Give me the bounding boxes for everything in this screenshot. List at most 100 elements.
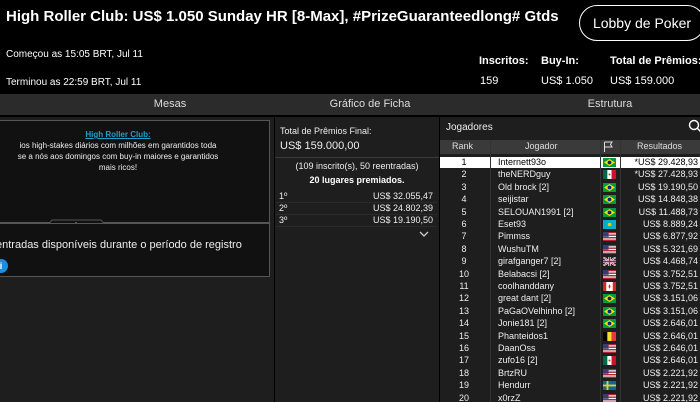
player-row[interactable]: 1 Internett93o *US$ 29.428,93	[440, 157, 700, 168]
promo-box: High Roller Club: ios high-stakes diário…	[0, 120, 270, 230]
lobby-button[interactable]: Lobby de Poker	[579, 5, 700, 41]
player-result: US$ 4.468,74	[642, 256, 698, 267]
player-name: Phanteidos1	[498, 330, 549, 341]
flag-icon	[604, 141, 613, 152]
player-result: US$ 2.646,01	[642, 343, 698, 353]
player-row[interactable]: 13 PaGaOVelhinho [2] US$ 3.151,06	[440, 306, 700, 317]
player-row[interactable]: 19 Hendurr US$ 2.221,92	[440, 380, 700, 391]
player-name: girafganger7 [2]	[498, 256, 562, 267]
info-icon[interactable]: i	[0, 259, 8, 273]
divider	[490, 140, 491, 402]
player-name: great dant [2]	[498, 293, 552, 304]
prize-row: 1º US$ 32.055,47	[275, 191, 437, 203]
player-rank: 13	[458, 305, 469, 316]
br-flag-icon	[603, 195, 616, 205]
player-row[interactable]: 17 zufo16 [2] US$ 2.646,01	[440, 355, 700, 366]
tab-chip-chart[interactable]: Gráfico de Ficha	[280, 94, 460, 115]
be-flag-icon	[603, 331, 616, 341]
player-name: Jonie181 [2]	[498, 318, 548, 329]
entrants-label: Inscritos:	[479, 55, 529, 67]
player-rank: 1	[461, 157, 467, 167]
br-flag-icon	[603, 182, 616, 192]
player-name: WushuTM	[498, 243, 539, 254]
player-row[interactable]: 18 BrtzRU US$ 2.221,92	[440, 368, 700, 379]
player-rank: 6	[461, 219, 467, 229]
promo-line: ios high-stakes diários com milhões em g…	[19, 141, 217, 150]
player-name: x0rzZ	[498, 392, 521, 402]
promo-heading[interactable]: High Roller Club:	[0, 130, 236, 139]
player-column-header[interactable]: Jogador	[525, 141, 558, 151]
player-rank: 7	[461, 231, 467, 242]
buyin-value: US$ 1.050	[541, 75, 593, 87]
player-name: Pimmss	[498, 231, 530, 242]
player-row[interactable]: 4 seijistar US$ 14.848,38	[440, 194, 700, 205]
tab-structure[interactable]: Estrutura	[520, 94, 700, 115]
se-flag-icon	[603, 381, 616, 391]
prize-value: US$ 19.190,50	[372, 215, 433, 225]
player-result: US$ 2.221,92	[642, 380, 698, 391]
player-row[interactable]: 6 Eset93 US$ 8.889,24	[440, 219, 700, 230]
chevron-down-icon[interactable]	[417, 229, 431, 239]
player-name: Eset93	[498, 219, 527, 229]
player-result: US$ 8.889,24	[642, 219, 698, 229]
player-result: US$ 3.151,06	[642, 305, 698, 316]
player-rank: 3	[461, 181, 467, 192]
player-row[interactable]: 14 Jonie181 [2] US$ 2.646,01	[440, 318, 700, 329]
player-row[interactable]: 9 girafganger7 [2] US$ 4.468,74	[440, 256, 700, 267]
player-rank: 19	[458, 380, 469, 391]
player-name: coolhanddany	[498, 281, 555, 291]
player-row[interactable]: 16 DaanOss US$ 2.646,01	[440, 343, 700, 354]
player-row[interactable]: 8 WushuTM US$ 5.321,69	[440, 244, 700, 255]
player-name: seijistar	[498, 194, 529, 205]
prize-row: 2º US$ 24.802,39	[275, 203, 437, 215]
player-rank: 15	[458, 330, 469, 341]
mx-flag-icon	[603, 356, 616, 366]
player-rank: 4	[461, 194, 467, 205]
player-rank: 2	[461, 169, 467, 180]
player-result: US$ 3.752,51	[642, 268, 698, 279]
us-flag-icon	[603, 269, 616, 279]
player-name: Hendurr	[498, 380, 531, 391]
us-flag-icon	[603, 232, 616, 242]
players-table-header: Rank Jogador Resultados	[440, 140, 700, 154]
player-result: US$ 2.646,01	[642, 318, 698, 329]
player-name: BrtzRU	[498, 367, 527, 378]
player-name: theNERDguy	[498, 169, 551, 180]
player-result: US$ 2.221,92	[642, 367, 698, 378]
player-row[interactable]: 2 theNERDguy *US$ 27.428,93	[440, 169, 700, 180]
prize-total-value: US$ 159.000	[610, 75, 675, 87]
tournament-title: High Roller Club: US$ 1.050 Sunday HR [8…	[6, 8, 559, 25]
prize-total-label: Total de Prêmios:	[610, 55, 700, 67]
buyin-label: Buy-In:	[541, 55, 579, 67]
player-row[interactable]: 7 Pimmss US$ 6.877,92	[440, 231, 700, 242]
br-flag-icon	[603, 158, 616, 167]
tournament-header: High Roller Club: US$ 1.050 Sunday HR [8…	[0, 0, 700, 94]
player-row[interactable]: 20 x0rzZ US$ 2.221,92	[440, 393, 700, 402]
paid-places: 20 lugares premiados.	[309, 175, 405, 185]
end-time: Terminou as 22:59 BRT, Jul 11	[6, 77, 142, 88]
player-row[interactable]: 3 Old brock [2] US$ 19.190,50	[440, 182, 700, 193]
search-icon[interactable]	[688, 119, 700, 133]
player-row[interactable]: 10 Belabacsi [2] US$ 3.752,51	[440, 269, 700, 280]
player-result: US$ 2.646,01	[642, 330, 698, 341]
player-result: US$ 19.190,50	[637, 181, 698, 192]
player-result: US$ 3.752,51	[642, 281, 698, 291]
player-row[interactable]: 5 SELOUAN1991 [2] US$ 11.488,73	[440, 207, 700, 218]
promo-line: se a nós aos domingos com buy-in maiores…	[17, 152, 219, 161]
divider	[275, 157, 439, 158]
player-name: Belabacsi [2]	[498, 268, 550, 279]
rank-column-header[interactable]: Rank	[452, 141, 473, 151]
players-panel: Jogadores Rank Jogador Resultados 1 Inter…	[440, 117, 700, 402]
player-name: Old brock [2]	[498, 181, 550, 192]
entrants-value: 159	[480, 75, 499, 87]
results-column-header[interactable]: Resultados	[637, 141, 682, 151]
prize-value: US$ 24.802,39	[372, 203, 433, 213]
player-name: PaGaOVelhinho [2]	[498, 305, 576, 316]
gb-flag-icon	[602, 256, 617, 267]
player-row[interactable]: 12 great dant [2] US$ 3.151,06	[440, 293, 700, 304]
br-flag-icon	[603, 306, 616, 316]
player-row[interactable]: 15 Phanteidos1 US$ 2.646,01	[440, 331, 700, 342]
reentry-notice: entradas disponíveis durante o período d…	[0, 223, 270, 277]
player-rank: 20	[458, 392, 469, 402]
player-row[interactable]: 11 coolhanddany US$ 3.752,51	[440, 281, 700, 292]
